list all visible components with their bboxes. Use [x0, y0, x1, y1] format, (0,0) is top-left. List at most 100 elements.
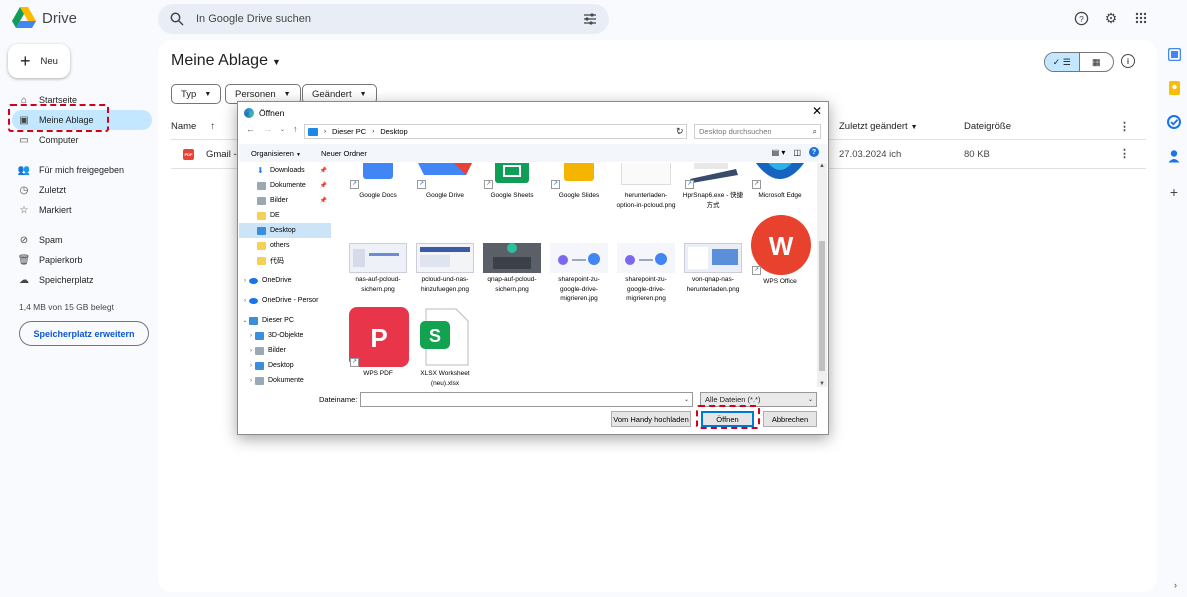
recent-chevron-icon[interactable]: ⌄: [280, 126, 285, 133]
chevron-right-icon[interactable]: ›: [241, 278, 249, 284]
upgrade-storage-button[interactable]: Speicherplatz erweitern: [19, 321, 149, 346]
scroll-down-arrow-icon[interactable]: ▼: [819, 381, 825, 387]
tree-item-onedrive-personal[interactable]: › OneDrive - Persor: [239, 293, 331, 308]
chevron-right-icon[interactable]: ›: [247, 378, 255, 384]
tree-item-this-pc[interactable]: ⌄ Dieser PC: [239, 313, 331, 328]
breadcrumb-item[interactable]: Desktop: [380, 127, 408, 136]
sidebar-item-trash[interactable]: 🗑 Papierkorb: [12, 250, 152, 270]
forward-arrow-icon[interactable]: →: [263, 124, 272, 134]
new-folder-button[interactable]: Neuer Ordner: [321, 149, 367, 158]
help-icon[interactable]: ?: [809, 147, 819, 157]
back-arrow-icon[interactable]: ←: [246, 124, 255, 134]
tree-item-onedrive[interactable]: › OneDrive: [239, 273, 331, 288]
file-von-qnap-nas[interactable]: von-qnap-nas-herunterladen.png: [682, 243, 744, 294]
chevron-right-icon[interactable]: ›: [247, 333, 255, 339]
view-toggle[interactable]: ✓ ☰ ▦: [1044, 52, 1114, 72]
sidebar-item-spam[interactable]: ⊘ Spam: [12, 230, 152, 250]
add-addon-plus-icon[interactable]: +: [1166, 184, 1182, 200]
dialog-search-input[interactable]: Desktop durchsuchen ⌕: [694, 124, 821, 139]
tree-item-3d-objects[interactable]: › 3D-Objekte: [239, 328, 331, 343]
sidebar-item-shared[interactable]: 👥 Für mich freigegeben: [12, 160, 152, 180]
file-wps-pdf[interactable]: P ↗ WPS PDF: [347, 307, 409, 379]
file-google-docs[interactable]: ↗ Google Docs: [347, 163, 409, 201]
scrollbar-thumb[interactable]: [819, 241, 825, 371]
tree-item-label: others: [270, 242, 290, 249]
calendar-icon[interactable]: [1166, 46, 1182, 62]
file-grid-scrollbar[interactable]: ▲ ▼: [817, 163, 827, 387]
close-icon[interactable]: ✕: [812, 104, 822, 118]
help-icon[interactable]: ?: [1073, 10, 1089, 26]
sidebar-item-recent[interactable]: ◷ Zuletzt: [12, 180, 152, 200]
search-input[interactable]: In Google Drive suchen: [196, 13, 583, 25]
chevron-down-icon[interactable]: ⌄: [684, 396, 689, 403]
column-header-modified[interactable]: Zuletzt geändert ▼: [839, 121, 918, 132]
tasks-icon[interactable]: [1166, 114, 1182, 130]
new-button[interactable]: + Neu: [8, 44, 70, 78]
file-type-value: Alle Dateien (*.*): [705, 395, 761, 404]
search-bar[interactable]: In Google Drive suchen: [158, 4, 609, 34]
tree-item-documents-pc[interactable]: › Dokumente: [239, 373, 331, 387]
file-nas-auf-pcloud[interactable]: nas-auf-pcloud-sichern.png: [347, 243, 409, 294]
file-xlsx-worksheet[interactable]: S XLSX Worksheet (neu).xlsx: [414, 307, 476, 387]
settings-gear-icon[interactable]: ⚙: [1103, 10, 1119, 26]
view-options-icon[interactable]: ▤ ▾: [772, 148, 786, 157]
tree-item-desktop[interactable]: Desktop: [239, 223, 331, 238]
drive-logo[interactable]: Drive: [12, 7, 77, 29]
filename-input[interactable]: ⌄: [360, 392, 693, 407]
sort-up-arrow-icon[interactable]: ↑: [210, 121, 215, 132]
contacts-icon[interactable]: [1166, 148, 1182, 164]
filter-type[interactable]: Typ ▼: [171, 84, 222, 104]
keep-icon[interactable]: [1166, 80, 1182, 96]
refresh-icon[interactable]: ↻: [676, 126, 684, 137]
preview-pane-icon[interactable]: ◫: [793, 148, 801, 157]
tree-item-de[interactable]: DE: [239, 208, 331, 223]
file-google-slides[interactable]: ↗ Google Slides: [548, 163, 610, 201]
column-header-size[interactable]: Dateigröße: [964, 121, 1011, 132]
spam-icon: ⊘: [19, 234, 29, 246]
file-sharepoint-png[interactable]: sharepoint-zu-google-drive-migrieren.png: [615, 243, 677, 304]
tree-item-downloads[interactable]: ⬇ Downloads 📌: [239, 163, 331, 178]
file-label: qnap-auf-pcloud-sichern.png: [487, 276, 537, 293]
file-wps-office[interactable]: W ↗ WPS Office: [749, 215, 811, 287]
collapse-panel-chevron-icon[interactable]: ›: [1174, 580, 1177, 590]
chevron-right-icon[interactable]: ›: [247, 348, 255, 354]
file-google-sheets[interactable]: ↗ Google Sheets: [481, 163, 543, 201]
file-pcloud-und-nas[interactable]: pcloud-und-nas-hinzufuegen.png: [414, 243, 476, 294]
file-microsoft-edge[interactable]: ↗ Microsoft Edge: [749, 163, 811, 201]
sidebar-item-storage[interactable]: ☁ Speicherplatz: [12, 270, 152, 290]
file-google-drive[interactable]: ↗ Google Drive: [414, 163, 476, 201]
more-options-icon[interactable]: ⋮: [1119, 120, 1130, 133]
up-arrow-icon[interactable]: ↑: [293, 124, 298, 134]
tree-item-pictures[interactable]: Bilder 📌: [239, 193, 331, 208]
scroll-up-arrow-icon[interactable]: ▲: [819, 163, 825, 169]
chevron-down-icon[interactable]: ⌄: [241, 317, 249, 324]
sidebar-item-starred[interactable]: ☆ Markiert: [12, 200, 152, 220]
upload-from-phone-button[interactable]: Vom Handy hochladen: [611, 411, 691, 427]
grid-view-icon[interactable]: ▦: [1080, 53, 1114, 71]
file-label: nas-auf-pcloud-sichern.png: [355, 276, 401, 293]
search-options-icon[interactable]: [583, 12, 597, 26]
organize-menu[interactable]: Organisieren ▼: [251, 149, 301, 158]
chevron-right-icon[interactable]: ›: [247, 363, 255, 369]
sidebar-item-computer[interactable]: ▭ Computer: [12, 130, 152, 150]
tree-item-desktop-pc[interactable]: › Desktop: [239, 358, 331, 373]
file-qnap-auf-pcloud[interactable]: qnap-auf-pcloud-sichern.png: [481, 243, 543, 294]
search-icon[interactable]: [170, 12, 184, 26]
cancel-button[interactable]: Abbrechen: [763, 411, 817, 427]
list-view-icon[interactable]: ✓ ☰: [1045, 53, 1080, 71]
breadcrumb-item[interactable]: Dieser PC: [332, 127, 366, 136]
row-more-options-icon[interactable]: ⋮: [1119, 147, 1130, 160]
page-title[interactable]: Meine Ablage ▼: [171, 52, 281, 70]
tree-item-documents[interactable]: Dokumente 📌: [239, 178, 331, 193]
column-header-name[interactable]: Name ↑: [171, 121, 215, 132]
file-hprsnap[interactable]: ↗ HprSnap6.exe - 快捷方式: [682, 163, 744, 210]
tree-item-code[interactable]: 代码: [239, 253, 331, 268]
chevron-right-icon[interactable]: ›: [241, 298, 249, 304]
file-sharepoint-jpg[interactable]: sharepoint-zu-google-drive-migrieren.jpg: [548, 243, 610, 304]
tree-item-others[interactable]: others: [239, 238, 331, 253]
tree-item-pictures-pc[interactable]: › Bilder: [239, 343, 331, 358]
apps-grid-icon[interactable]: [1133, 10, 1149, 26]
address-bar[interactable]: › Dieser PC › Desktop ⌄: [304, 124, 687, 139]
file-herunterladen-option[interactable]: herunterladen-option-in-pcloud.png: [615, 163, 677, 210]
info-icon[interactable]: i: [1121, 54, 1135, 68]
